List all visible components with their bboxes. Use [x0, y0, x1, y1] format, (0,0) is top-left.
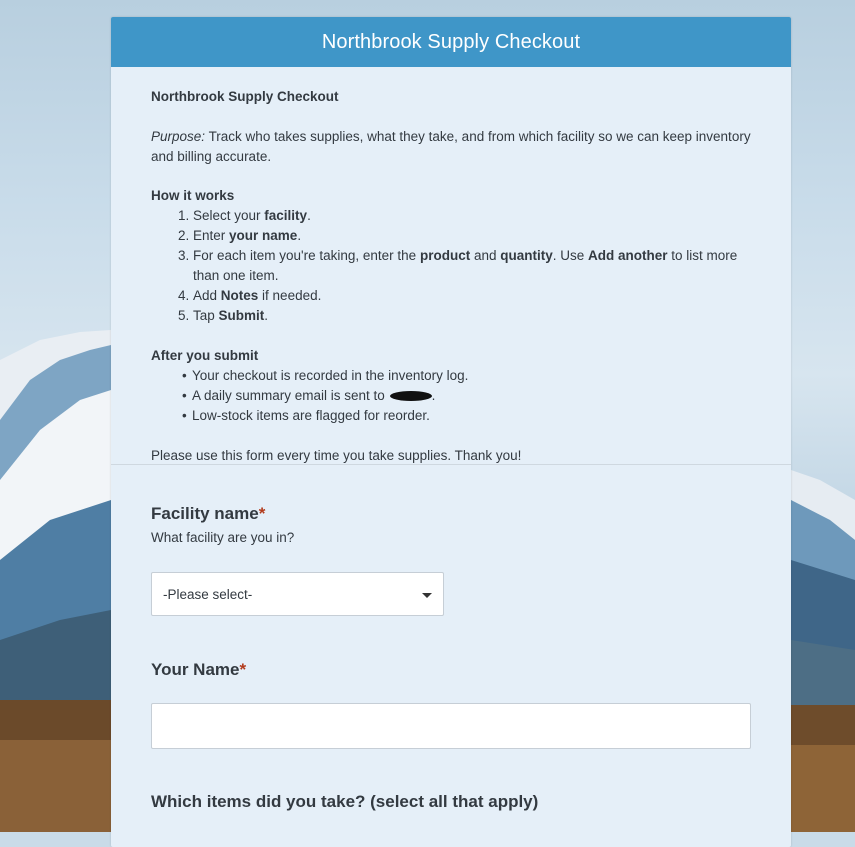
caret-down-icon — [422, 593, 432, 598]
form-header: Northbrook Supply Checkout — [111, 17, 791, 67]
items-label: Which items did you take? (select all th… — [151, 792, 539, 811]
step-item: Select your facility. — [193, 206, 751, 226]
step-item: Enter your name. — [193, 226, 751, 246]
after-submit-title: After you submit — [151, 348, 259, 363]
name-label: Your Name* — [151, 660, 247, 679]
how-it-works-title: How it works — [151, 188, 235, 203]
redacted-email — [389, 391, 432, 402]
step-item: For each item you're taking, enter the p… — [193, 246, 751, 286]
form-intro: Northbrook Supply Checkout Purpose: Trac… — [111, 67, 791, 465]
required-mark: * — [258, 504, 266, 523]
after-submit-list: Your checkout is recorded in the invento… — [151, 366, 751, 426]
intro-thanks: Please use this form every time you take… — [151, 448, 522, 463]
purpose-label: Purpose: — [151, 129, 206, 144]
facility-field: Facility name* What facility are you in?… — [111, 504, 855, 616]
purpose-text: Track who takes supplies, what they take… — [151, 129, 751, 164]
facility-select-value: -Please select- — [163, 586, 253, 602]
list-item: Low-stock items are flagged for reorder. — [192, 406, 751, 426]
facility-help: What facility are you in? — [151, 530, 295, 545]
required-mark: * — [239, 660, 247, 679]
items-field: Which items did you take? (select all th… — [111, 792, 855, 812]
facility-label: Facility name* — [151, 504, 266, 523]
form-header-title: Northbrook Supply Checkout — [321, 30, 581, 53]
list-item: A daily summary email is sent to . — [192, 386, 751, 406]
name-field: Your Name* — [111, 660, 855, 749]
step-item: Tap Submit. — [193, 306, 751, 326]
name-input[interactable] — [151, 703, 751, 749]
form-card: Northbrook Supply Checkout Northbrook Su… — [111, 17, 791, 847]
intro-purpose: Purpose: Track who takes supplies, what … — [151, 127, 751, 167]
how-it-works-steps: Select your facility. Enter your name. F… — [151, 206, 751, 326]
step-item: Add Notes if needed. — [193, 286, 751, 306]
intro-title: Northbrook Supply Checkout — [151, 89, 339, 104]
list-item: Your checkout is recorded in the invento… — [192, 366, 751, 386]
facility-select[interactable]: -Please select- — [151, 572, 444, 616]
